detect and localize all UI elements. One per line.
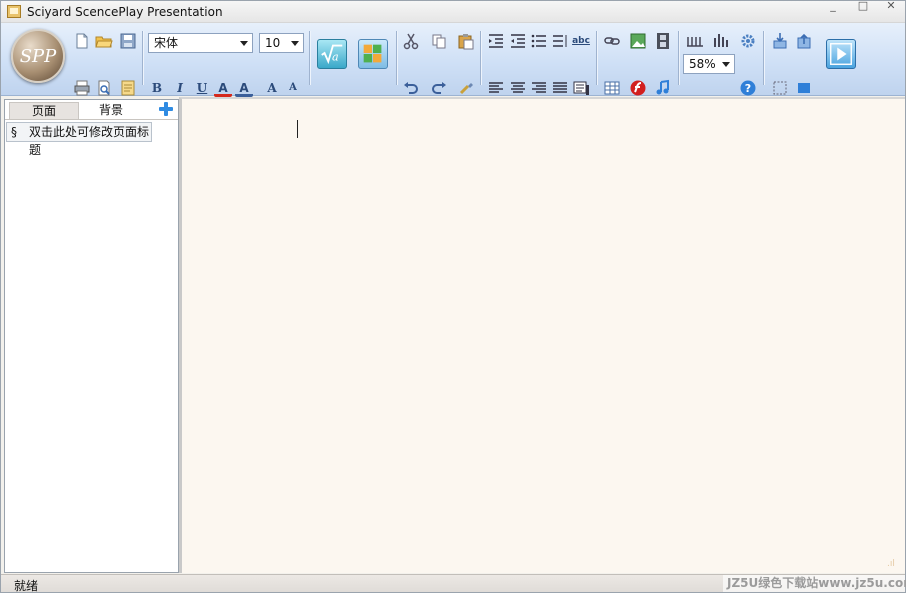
import-slide-icon[interactable] xyxy=(771,32,789,50)
align-center-icon[interactable] xyxy=(509,79,527,97)
application-window: Sciyard ScencePlay Presentation _ □ ✕ SP… xyxy=(0,0,906,593)
ribbon-toolbar: SPP 宋体 10 B I U A A A A a abc 58% ? xyxy=(1,23,905,97)
chevron-down-icon xyxy=(240,41,248,46)
tab-pages[interactable]: 页面 xyxy=(9,102,79,119)
play-icon xyxy=(830,43,852,65)
resize-grip-icon: .ıl xyxy=(887,559,895,569)
app-logo-button[interactable]: SPP xyxy=(11,29,65,83)
play-button[interactable] xyxy=(826,39,856,69)
zoom-select[interactable]: 58% xyxy=(683,54,735,74)
page-marker: § xyxy=(11,125,17,139)
table-icon[interactable] xyxy=(603,79,621,97)
new-file-icon[interactable] xyxy=(73,32,91,50)
redo-icon[interactable] xyxy=(430,79,448,97)
shrink-font-button[interactable]: A xyxy=(284,79,302,97)
italic-button[interactable]: I xyxy=(171,79,189,97)
chart-bars-icon[interactable] xyxy=(712,32,730,50)
text-caret xyxy=(297,120,298,138)
print-preview-icon[interactable] xyxy=(95,79,113,97)
formula-button[interactable]: a xyxy=(317,39,347,69)
page-title-label: 双击此处可修改页面标题 xyxy=(29,125,150,157)
pages-panel: 页面 背景 § 双击此处可修改页面标题 xyxy=(4,99,179,573)
title-bar: Sciyard ScencePlay Presentation _ □ ✕ xyxy=(1,0,905,23)
chart-columns-icon[interactable] xyxy=(686,32,704,50)
cut-icon[interactable] xyxy=(402,32,420,50)
font-size-select[interactable]: 10 xyxy=(259,33,304,53)
align-left-icon[interactable] xyxy=(487,79,505,97)
slide-rect-icon[interactable] xyxy=(795,79,813,97)
close-button[interactable]: ✕ xyxy=(877,0,905,15)
app-icon xyxy=(7,5,21,18)
flash-icon[interactable] xyxy=(629,79,647,97)
font-size-value: 10 xyxy=(265,36,281,50)
select-area-icon[interactable] xyxy=(771,79,789,97)
notes-icon[interactable] xyxy=(119,79,137,97)
font-family-select[interactable]: 宋体 xyxy=(148,33,253,53)
spellcheck-button[interactable]: abc xyxy=(572,32,590,50)
font-color-button[interactable]: A xyxy=(214,79,232,97)
format-painter-icon[interactable] xyxy=(457,79,475,97)
chevron-down-icon xyxy=(291,41,299,46)
window-title: Sciyard ScencePlay Presentation xyxy=(27,5,223,19)
underline-button[interactable]: U xyxy=(193,79,211,97)
film-icon[interactable] xyxy=(654,32,672,50)
slide-canvas[interactable]: .ıl xyxy=(179,97,905,573)
tab-background[interactable]: 背景 xyxy=(83,102,139,119)
align-right-icon[interactable] xyxy=(530,79,548,97)
paste-icon[interactable] xyxy=(457,32,475,50)
undo-icon[interactable] xyxy=(402,79,420,97)
layout-button[interactable] xyxy=(358,39,388,69)
text-box-icon[interactable] xyxy=(572,79,590,97)
status-text: 就绪 xyxy=(14,579,39,593)
status-bar: 就绪 JZ5U绿色下载站www.jz5u.com xyxy=(1,574,906,593)
formula-sqrt-icon: a xyxy=(321,44,343,65)
maximize-button[interactable]: □ xyxy=(849,0,877,15)
svg-text:?: ? xyxy=(745,82,751,95)
bullet-list-icon[interactable] xyxy=(530,32,548,50)
open-folder-icon[interactable] xyxy=(95,32,113,50)
outdent-icon[interactable] xyxy=(487,32,505,50)
logo-text: SPP xyxy=(19,46,57,67)
link-icon[interactable] xyxy=(603,32,621,50)
layout-grid-icon xyxy=(363,44,382,63)
page-list-item[interactable]: § 双击此处可修改页面标题 xyxy=(6,122,152,157)
add-page-icon[interactable] xyxy=(159,102,173,116)
svg-text:a: a xyxy=(332,51,339,64)
music-note-icon[interactable] xyxy=(654,79,672,97)
grow-font-button[interactable]: A xyxy=(263,79,281,97)
export-slide-icon[interactable] xyxy=(795,32,813,50)
zoom-value: 58% xyxy=(689,57,716,71)
copy-icon[interactable] xyxy=(430,32,448,50)
indent-icon[interactable] xyxy=(509,32,527,50)
chevron-down-icon xyxy=(722,62,730,67)
print-icon[interactable] xyxy=(73,79,91,97)
line-spacing-icon[interactable] xyxy=(551,32,569,50)
tab-divider xyxy=(5,119,178,120)
font-family-value: 宋体 xyxy=(154,36,179,50)
save-icon[interactable] xyxy=(119,32,137,50)
help-icon[interactable]: ? xyxy=(739,79,757,97)
image-icon[interactable] xyxy=(629,32,647,50)
justify-icon[interactable] xyxy=(551,79,569,97)
highlight-button[interactable]: A xyxy=(235,79,253,97)
minimize-button[interactable]: _ xyxy=(819,0,847,15)
gear-icon[interactable] xyxy=(739,32,757,50)
watermark-text: JZ5U绿色下载站www.jz5u.com xyxy=(723,575,906,592)
bold-button[interactable]: B xyxy=(148,79,166,97)
